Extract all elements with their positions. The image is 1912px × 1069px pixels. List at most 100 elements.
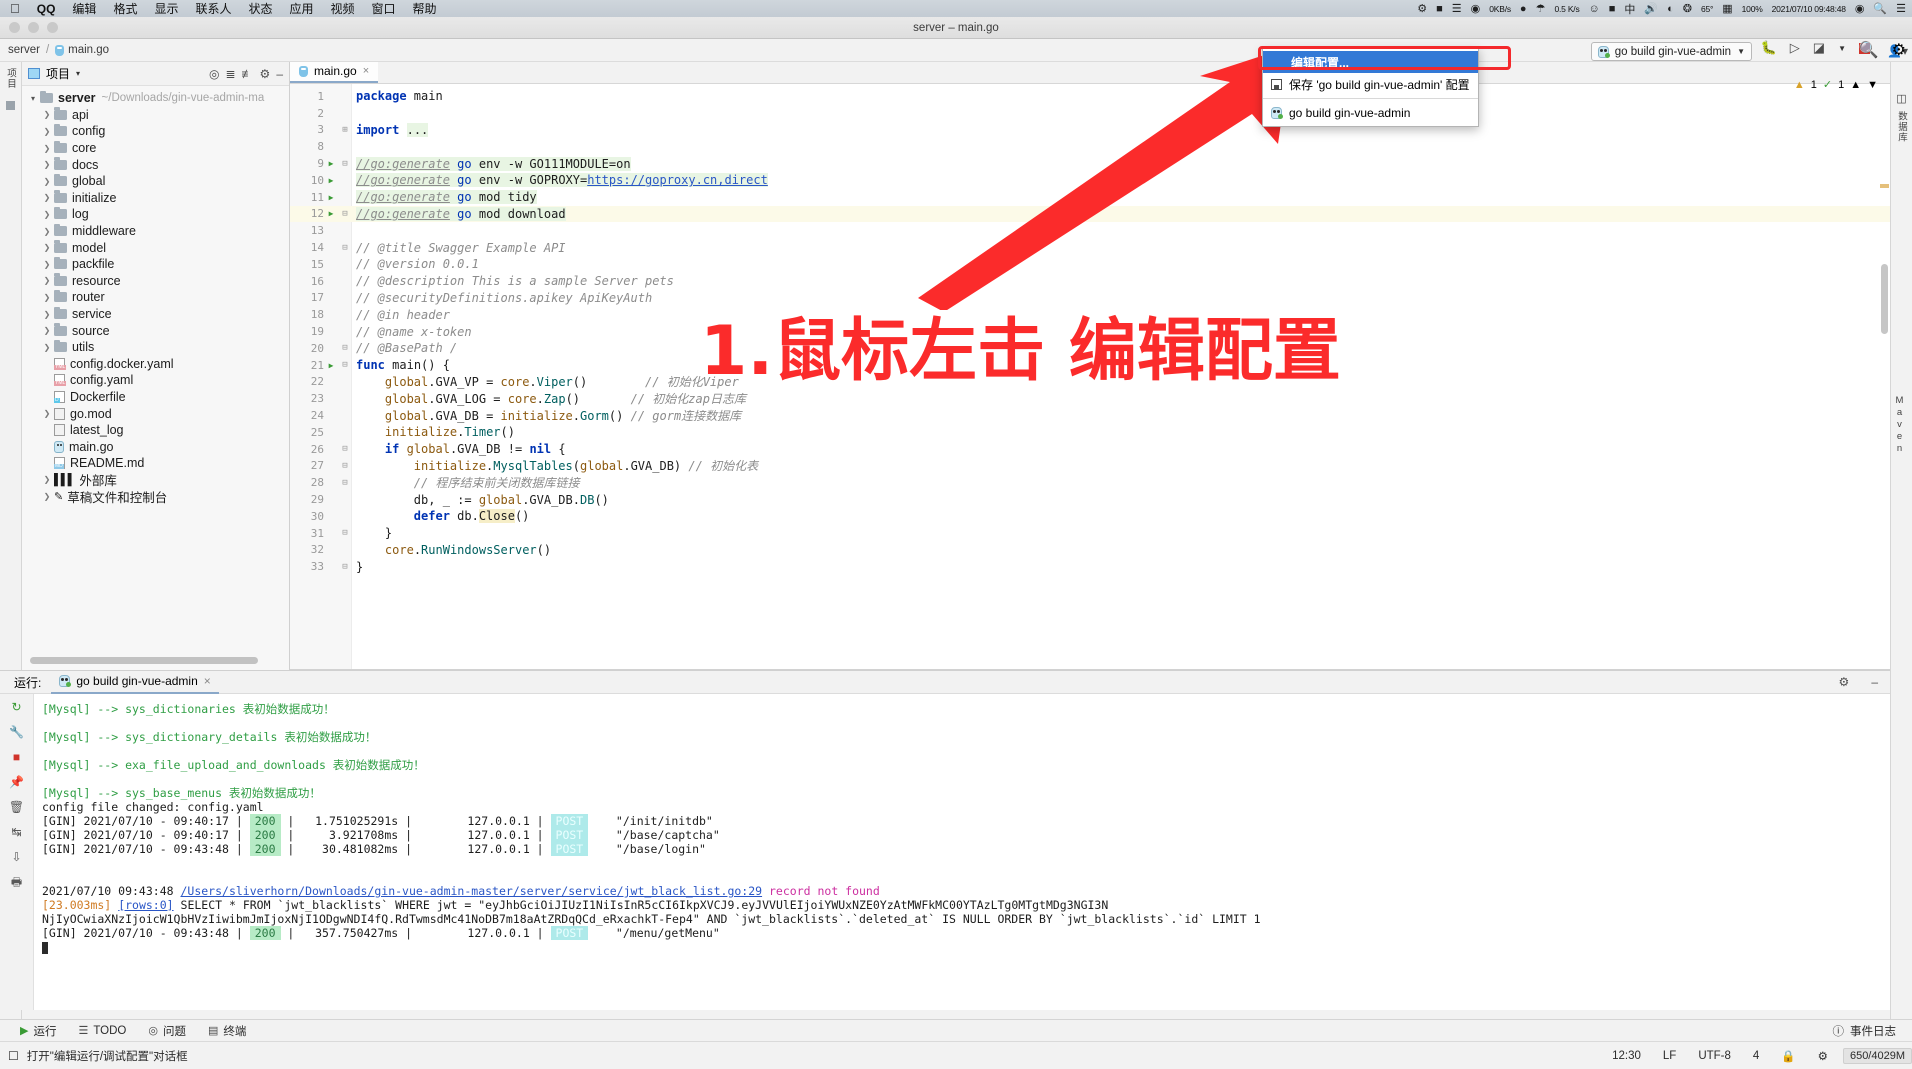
tree-node-dockerfile[interactable]: DDockerfile xyxy=(22,389,289,406)
tree-node-resource[interactable]: ❯resource xyxy=(22,273,289,290)
chevron-right-icon[interactable]: ❯ xyxy=(40,227,54,236)
tree-node-config-docker-yaml[interactable]: YMLconfig.docker.yaml xyxy=(22,356,289,373)
gear-icon[interactable]: ⚙ xyxy=(1892,40,1906,60)
pin-icon[interactable]: 📌 xyxy=(9,776,24,789)
tree-node-config[interactable]: ❯config xyxy=(22,123,289,140)
menubar-extra-icon[interactable]: ■ xyxy=(1436,3,1443,15)
code-line-25[interactable]: 25 initialize.Timer() xyxy=(290,424,1890,441)
chevron-down-icon[interactable]: ▾ xyxy=(26,94,40,103)
breadcrumb-project[interactable]: server xyxy=(0,44,40,56)
tree-node-router[interactable]: ❯router xyxy=(22,289,289,306)
bluetooth-icon[interactable]: ⚙ xyxy=(1417,2,1427,15)
code-line-24[interactable]: 24 global.GVA_DB = initialize.Gorm() // … xyxy=(290,407,1890,424)
apple-icon[interactable]:  xyxy=(10,2,20,15)
strip-item-project[interactable]: 项目 xyxy=(0,62,20,95)
chevron-right-icon[interactable]: ❯ xyxy=(40,110,54,119)
profiler-chevron-down-icon[interactable]: ▼ xyxy=(1838,44,1846,53)
tool-window-button-problems[interactable]: ◎ 问题 xyxy=(148,1023,186,1039)
chevron-right-icon[interactable]: ❯ xyxy=(40,343,54,352)
breadcrumb-file[interactable]: main.go xyxy=(55,44,109,56)
console-sql-error-line[interactable]: 2021/07/10 09:43:48 /Users/sliverhorn/Do… xyxy=(42,884,1890,898)
window-traffic-lights[interactable] xyxy=(9,22,58,33)
inspection-warning-marker[interactable] xyxy=(1880,184,1889,188)
run-gutter-icon[interactable]: ▶ xyxy=(324,176,338,185)
code-line-3[interactable]: 3⊞import ... xyxy=(290,122,1890,139)
strip-item-maven[interactable]: Maven xyxy=(1891,389,1908,461)
code-line-27[interactable]: 27⊟ initialize.MysqlTables(global.GVA_DB… xyxy=(290,458,1890,475)
fold-toggle-icon[interactable]: ⊟ xyxy=(338,360,352,370)
fold-toggle-icon[interactable]: ⊟ xyxy=(338,444,352,454)
fan-icon[interactable]: ❂ xyxy=(1683,2,1692,15)
chevron-right-icon[interactable]: ❯ xyxy=(40,193,54,202)
tree-node-api[interactable]: ❯api xyxy=(22,107,289,124)
chevron-right-icon[interactable]: ❯ xyxy=(40,127,54,136)
menu-item-edit-configurations[interactable]: 编辑配置... xyxy=(1263,51,1478,73)
fold-toggle-icon[interactable]: ⊟ xyxy=(338,478,352,488)
chevron-right-icon[interactable]: ❯ xyxy=(40,160,54,169)
code-line-9[interactable]: 9▶⊟//go:generate go env -w GO111MODULE=o… xyxy=(290,155,1890,172)
keyboard-input-icon[interactable]: 中 xyxy=(1624,1,1635,17)
tree-node-go-mod[interactable]: ❯go.mod xyxy=(22,405,289,422)
menubar-item-help[interactable]: 帮助 xyxy=(413,0,437,17)
code-line-13[interactable]: 13 xyxy=(290,222,1890,239)
search-everywhere-icon[interactable]: 🔍 xyxy=(1859,40,1879,60)
tree-node-scratches[interactable]: ❯ ✎ 草稿文件和控制台 xyxy=(22,488,289,505)
battery-icon[interactable]: ▦ xyxy=(1722,2,1732,15)
battery-percent[interactable]: 100% xyxy=(1742,4,1763,14)
stop-icon[interactable]: ■ xyxy=(13,751,20,764)
chevron-down-icon[interactable]: ▾ xyxy=(76,69,80,78)
chevron-down-icon[interactable]: ▼ xyxy=(1737,47,1745,56)
code-line-11[interactable]: 11▶//go:generate go mod tidy xyxy=(290,189,1890,206)
tree-node-model[interactable]: ❯model xyxy=(22,239,289,256)
code-line-15[interactable]: 15// @version 0.0.1 xyxy=(290,256,1890,273)
chevron-right-icon[interactable]: ❯ xyxy=(40,326,54,335)
face-icon[interactable]: ☺ xyxy=(1589,3,1600,15)
chevron-right-icon[interactable]: ❯ xyxy=(40,492,54,501)
run-panel-tab[interactable]: go build gin-vue-admin × xyxy=(51,670,218,694)
tree-node-initialize[interactable]: ❯initialize xyxy=(22,190,289,207)
temperature[interactable]: 65° xyxy=(1701,4,1713,14)
locate-icon[interactable]: ◎ xyxy=(209,67,219,81)
fold-toggle-icon[interactable]: ⊟ xyxy=(338,562,352,572)
soft-wrap-icon[interactable]: ↹ xyxy=(11,826,21,839)
code-line-29[interactable]: 29 db, _ := global.GVA_DB.DB() xyxy=(290,491,1890,508)
editor-vertical-scrollbar[interactable] xyxy=(1881,264,1888,334)
tree-node-middleware[interactable]: ❯middleware xyxy=(22,223,289,240)
tool-window-button-terminal[interactable]: ▤ 终端 xyxy=(208,1023,246,1039)
project-horizontal-scrollbar[interactable] xyxy=(30,657,258,664)
zoom-window-button[interactable] xyxy=(47,22,58,33)
square-icon[interactable]: ■ xyxy=(1609,3,1616,15)
event-log-button[interactable]: ⓘ 事件日志 xyxy=(1833,1023,1912,1039)
next-issue-icon[interactable]: ▼ xyxy=(1867,79,1878,91)
expand-all-icon[interactable]: ≣ xyxy=(225,67,235,81)
code-line-28[interactable]: 28⊟ // 程序结束前关闭数据库链接 xyxy=(290,474,1890,491)
tree-node-latest-log[interactable]: latest_log xyxy=(22,422,289,439)
tree-node-utils[interactable]: ❯utils xyxy=(22,339,289,356)
print-icon[interactable]: 🖶 xyxy=(11,876,22,889)
wifi-icon[interactable]: ◐ xyxy=(1667,3,1674,15)
lock-icon[interactable]: 🔒 xyxy=(1774,1049,1802,1063)
hide-icon[interactable]: – xyxy=(1871,675,1890,689)
fold-toggle-icon[interactable]: ⊟ xyxy=(338,343,352,353)
code-line-16[interactable]: 16// @description This is a sample Serve… xyxy=(290,273,1890,290)
run-gutter-icon[interactable]: ▶ xyxy=(324,361,338,370)
run-gutter-icon[interactable]: ▶ xyxy=(324,193,338,202)
file-encoding[interactable]: UTF-8 xyxy=(1691,1050,1738,1062)
tree-node-external-libraries[interactable]: ❯ ▌▌▌ 外部库 xyxy=(22,472,289,489)
code-line-30[interactable]: 30 defer db.Close() xyxy=(290,508,1890,525)
inspection-widget[interactable]: ▲ 1 ✓ 1 ▲ ▼ xyxy=(1794,78,1878,91)
fold-toggle-icon[interactable]: ⊟ xyxy=(338,159,352,169)
run-configuration-selector[interactable]: go build gin-vue-admin ▼ xyxy=(1591,42,1752,61)
trash-icon[interactable]: 🗑 xyxy=(9,801,24,814)
gear-icon[interactable]: ⚙ xyxy=(1839,675,1862,689)
menu-item-go-build[interactable]: go build gin-vue-admin xyxy=(1263,102,1478,124)
debug-icon[interactable]: 🐛 xyxy=(1761,40,1777,56)
net-down-speed[interactable]: 0KB/s xyxy=(1489,4,1511,14)
chevron-right-icon[interactable]: ❯ xyxy=(40,177,54,186)
clock[interactable]: 2021/07/10 09:48:48 xyxy=(1772,4,1846,14)
tree-node-readme-md[interactable]: MDREADME.md xyxy=(22,455,289,472)
volume-icon[interactable]: 🔊 xyxy=(1644,2,1658,15)
profiler-icon[interactable]: ◪ xyxy=(1813,40,1825,56)
code-line-8[interactable]: 8 xyxy=(290,138,1890,155)
spotlight-search-icon[interactable]: 🔍 xyxy=(1873,2,1887,15)
